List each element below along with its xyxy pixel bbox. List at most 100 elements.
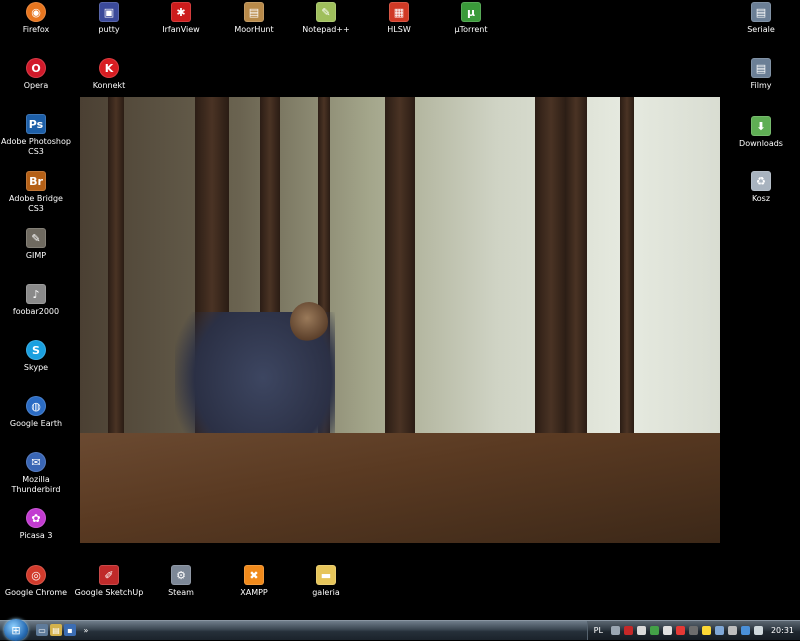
- desktop-icon-label: Filmy: [750, 81, 772, 90]
- desktop-icon-label: Downloads: [739, 139, 783, 148]
- tray-icon[interactable]: [714, 626, 724, 635]
- skype-icon: S: [26, 340, 46, 360]
- kosz-icon: ♻: [751, 171, 771, 191]
- firefox-icon: ◉: [26, 2, 46, 22]
- putty-icon: ▣: [99, 2, 119, 22]
- desktop-icon-putty[interactable]: ▣ putty: [73, 2, 145, 35]
- konnekt-icon: K: [99, 58, 119, 78]
- filmy-icon: ▤: [751, 58, 771, 78]
- desktop-icon-label: Skype: [23, 363, 49, 372]
- quicklaunch-explorer-icon[interactable]: ▤: [50, 624, 62, 636]
- tray-icon[interactable]: [688, 626, 698, 635]
- xampp-icon: ✖: [244, 565, 264, 585]
- desktop-icon-adobe-photoshop-cs3[interactable]: Ps Adobe Photoshop CS3: [0, 114, 72, 157]
- desktop-icon-label: foobar2000: [12, 307, 60, 316]
- desktop-icon-label: MoorHunt: [234, 25, 274, 34]
- tray-icon[interactable]: [649, 626, 659, 635]
- system-tray: PL 20:31: [586, 621, 800, 640]
- desktop-icon-hlsw[interactable]: ▦ HLSW: [363, 2, 435, 35]
- google-chrome-icon: ◎: [26, 565, 46, 585]
- desktop-icon-mozilla-thunderbird[interactable]: ✉ Mozilla Thunderbird: [0, 452, 72, 495]
- desktop-icon-label: Adobe Photoshop CS3: [1, 137, 71, 156]
- desktop-icon-seriale[interactable]: ▤ Seriale: [725, 2, 797, 35]
- clock[interactable]: 20:31: [771, 626, 794, 635]
- desktop-icon-label: µTorrent: [454, 25, 488, 34]
- desktop-icon-adobe-bridge-cs3[interactable]: Br Adobe Bridge CS3: [0, 171, 72, 214]
- desktop-icon-label: GIMP: [25, 251, 47, 260]
- hlsw-icon: ▦: [389, 2, 409, 22]
- adobe-bridge-cs3-icon: Br: [26, 171, 46, 191]
- gimp-icon: ✎: [26, 228, 46, 248]
- tray-icon[interactable]: [623, 626, 633, 635]
- tray-icon[interactable]: [662, 626, 672, 635]
- foobar2000-icon: ♪: [26, 284, 46, 304]
- seriale-icon: ▤: [751, 2, 771, 22]
- desktop-icon-konnekt[interactable]: K Konnekt: [73, 58, 145, 91]
- galeria-icon: ▬: [316, 565, 336, 585]
- desktop-icon-picasa-3[interactable]: ✿ Picasa 3: [0, 508, 72, 541]
- adobe-photoshop-cs3-icon: Ps: [26, 114, 46, 134]
- desktop-icon-google-earth[interactable]: ◍ Google Earth: [0, 396, 72, 429]
- desktop-icon-google-sketchup[interactable]: ✐ Google SketchUp: [73, 565, 145, 598]
- opera-icon: O: [26, 58, 46, 78]
- downloads-icon: ⬇: [751, 116, 771, 136]
- desktop-icon-google-chrome[interactable]: ◎ Google Chrome: [0, 565, 72, 598]
- picasa-3-icon: ✿: [26, 508, 46, 528]
- desktop-icon-label: Google SketchUp: [74, 588, 144, 597]
- language-indicator[interactable]: PL: [594, 626, 603, 635]
- notepad-plus-plus-icon: ✎: [316, 2, 336, 22]
- desktop-icon-label: Opera: [23, 81, 49, 90]
- tray-icon[interactable]: [701, 626, 711, 635]
- desktop-icon-label: Steam: [168, 588, 194, 597]
- photographer-head: [290, 302, 328, 342]
- start-button[interactable]: ⊞: [4, 619, 28, 641]
- desktop-icon-label: Mozilla Thunderbird: [11, 475, 61, 494]
- desktop-icon-label: Konnekt: [92, 81, 126, 90]
- desktop-icon-utorrent[interactable]: µ µTorrent: [435, 2, 507, 35]
- desktop-icon-skype[interactable]: S Skype: [0, 340, 72, 373]
- desktop-icon-label: Seriale: [747, 25, 775, 34]
- desktop-icon-label: HLSW: [387, 25, 411, 34]
- moorhunt-icon: ▤: [244, 2, 264, 22]
- tray-icon[interactable]: [753, 626, 763, 635]
- desktop-icon-label: Google Chrome: [4, 588, 68, 597]
- desktop-icon-label: XAMPP: [240, 588, 268, 597]
- google-sketchup-icon: ✐: [99, 565, 119, 585]
- tray-icon[interactable]: [610, 626, 620, 635]
- tray-icon[interactable]: [727, 626, 737, 635]
- quicklaunch-show-desktop-icon[interactable]: ▭: [36, 624, 48, 636]
- desktop-icon-opera[interactable]: O Opera: [0, 58, 72, 91]
- taskbar: ⊞ ▭ ▤ ▪ » PL 20:31: [0, 619, 800, 641]
- desktop-icon-downloads[interactable]: ⬇ Downloads: [725, 116, 797, 149]
- irfanview-icon: ✱: [171, 2, 191, 22]
- desktop-icon-label: galeria: [312, 588, 340, 597]
- desktop-icon-label: IrfanView: [162, 25, 200, 34]
- steam-icon: ⚙: [171, 565, 191, 585]
- desktop-icon-label: Notepad++: [302, 25, 350, 34]
- tray-icon[interactable]: [675, 626, 685, 635]
- desktop-icon-firefox[interactable]: ◉ Firefox: [0, 2, 72, 35]
- tray-icon[interactable]: [636, 626, 646, 635]
- google-earth-icon: ◍: [26, 396, 46, 416]
- desktop-icon-galeria[interactable]: ▬ galeria: [290, 565, 362, 598]
- desktop-icon-label: Kosz: [751, 194, 771, 203]
- desktop-icon-foobar2000[interactable]: ♪ foobar2000: [0, 284, 72, 317]
- desktop-icon-xampp[interactable]: ✖ XAMPP: [218, 565, 290, 598]
- desktop-icon-irfanview[interactable]: ✱ IrfanView: [145, 2, 217, 35]
- quicklaunch-more-icon[interactable]: »: [80, 624, 92, 636]
- tray-icon[interactable]: [740, 626, 750, 635]
- desktop: ◉ Firefox O Opera Ps Adobe Photoshop CS3 Br Ado…: [0, 0, 800, 621]
- desktop-icon-label: Picasa 3: [19, 531, 53, 540]
- utorrent-icon: µ: [461, 2, 481, 22]
- desktop-icon-label: Firefox: [22, 25, 50, 34]
- quicklaunch-save-icon[interactable]: ▪: [64, 624, 76, 636]
- wallpaper-photo: [80, 97, 720, 543]
- forest-ground: [80, 433, 720, 543]
- desktop-icon-moorhunt[interactable]: ▤ MoorHunt: [218, 2, 290, 35]
- desktop-icon-steam[interactable]: ⚙ Steam: [145, 565, 217, 598]
- desktop-icon-gimp[interactable]: ✎ GIMP: [0, 228, 72, 261]
- desktop-icon-kosz[interactable]: ♻ Kosz: [725, 171, 797, 204]
- desktop-icon-notepad-plus-plus[interactable]: ✎ Notepad++: [290, 2, 362, 35]
- desktop-icon-label: Adobe Bridge CS3: [9, 194, 63, 213]
- desktop-icon-filmy[interactable]: ▤ Filmy: [725, 58, 797, 91]
